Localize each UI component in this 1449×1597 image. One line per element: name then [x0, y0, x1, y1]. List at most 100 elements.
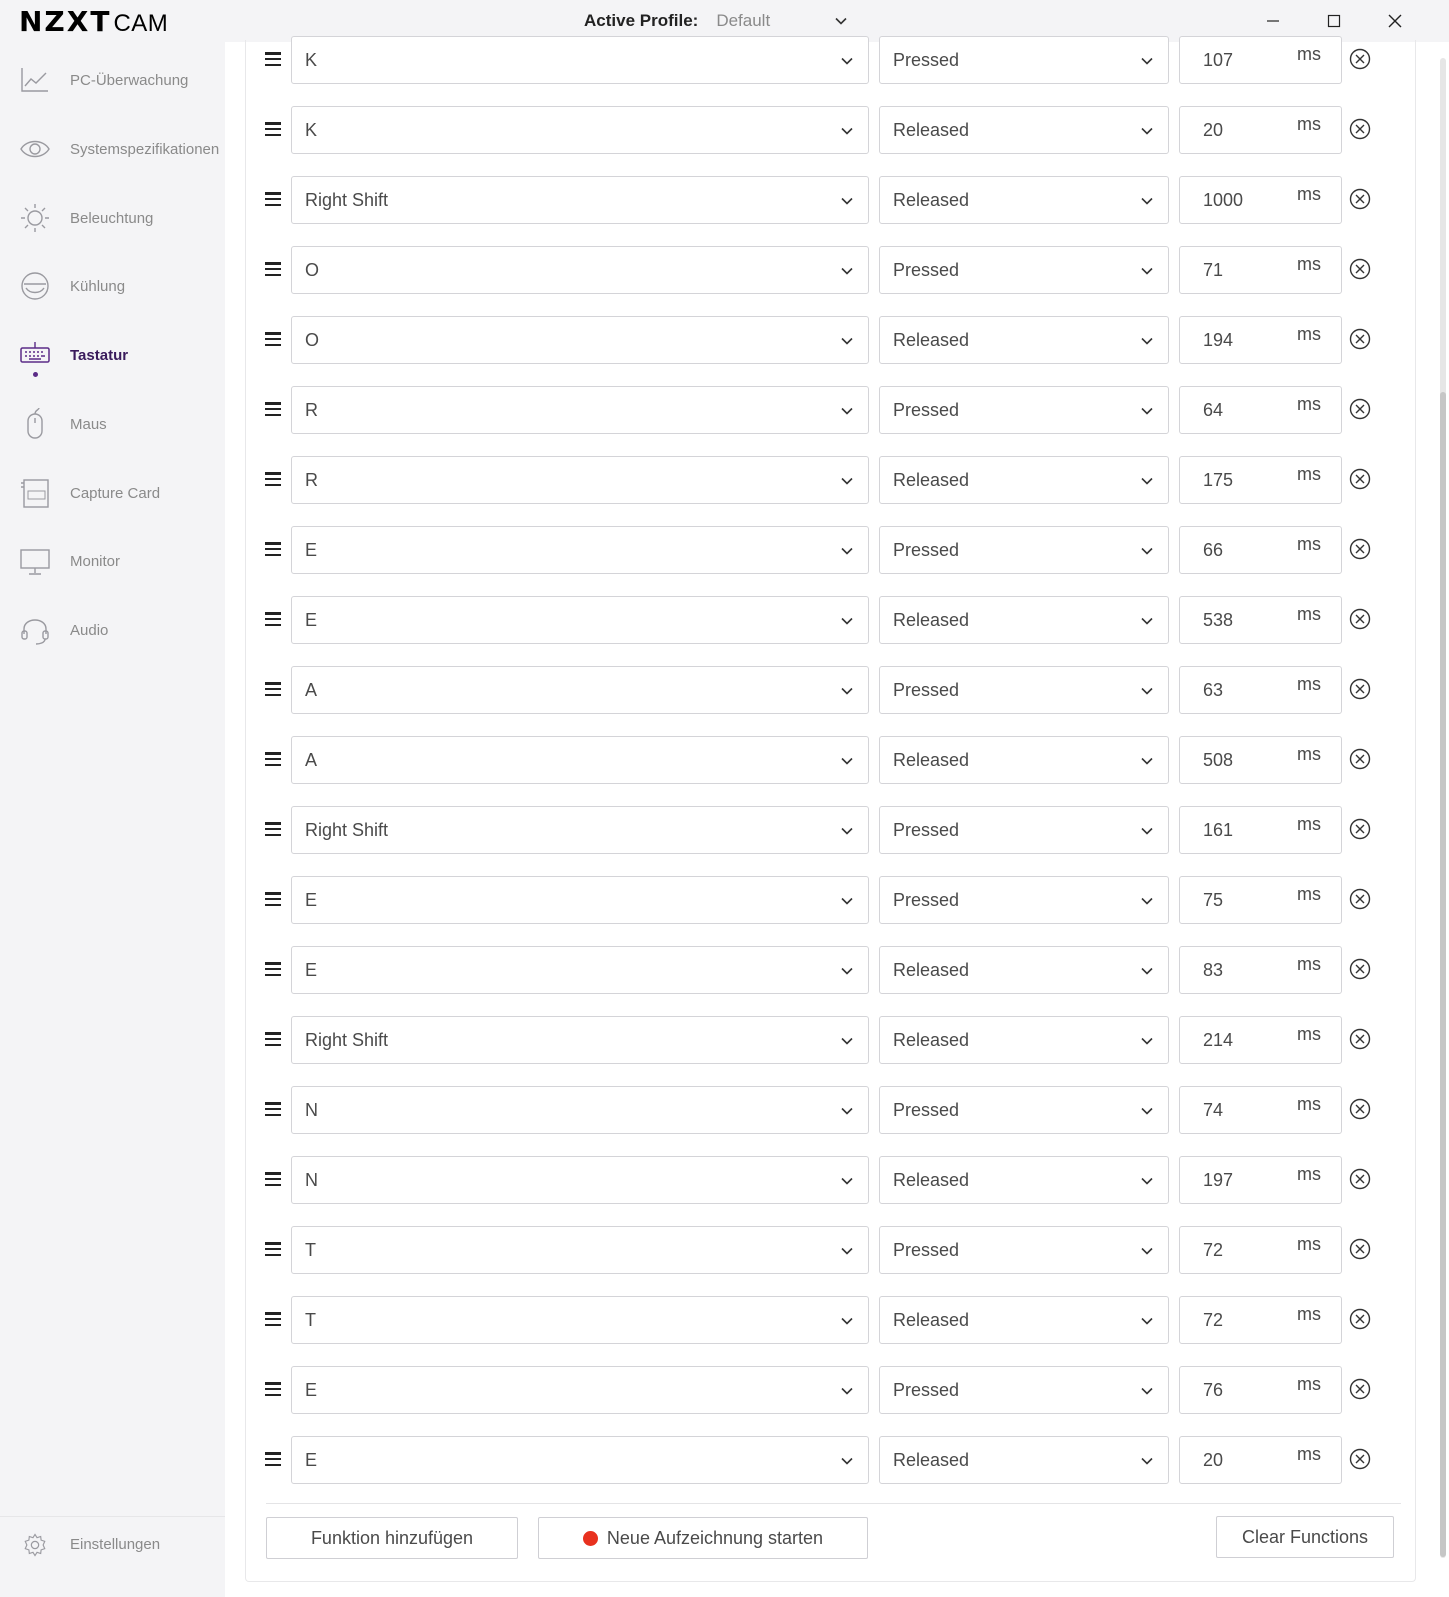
key-state-select[interactable]: Pressed	[879, 806, 1169, 854]
delay-input[interactable]: 161 ms	[1179, 806, 1342, 854]
delay-input[interactable]: 74 ms	[1179, 1086, 1342, 1134]
key-state-select[interactable]: Pressed	[879, 386, 1169, 434]
maximize-button[interactable]	[1323, 10, 1345, 32]
key-select[interactable]: K	[291, 106, 869, 154]
key-select[interactable]: N	[291, 1156, 869, 1204]
delay-value[interactable]: 75	[1203, 890, 1223, 911]
delay-input[interactable]: 64 ms	[1179, 386, 1342, 434]
active-profile-selector[interactable]: Active Profile: Default	[584, 10, 848, 32]
remove-step-icon[interactable]	[1349, 1028, 1371, 1050]
drag-handle-icon[interactable]	[265, 962, 281, 977]
key-state-select[interactable]: Released	[879, 176, 1169, 224]
drag-handle-icon[interactable]	[265, 122, 281, 137]
remove-step-icon[interactable]	[1349, 328, 1371, 350]
key-select[interactable]: T	[291, 1226, 869, 1274]
sidebar-item-systemspezifikationen[interactable]: Systemspezifikationen	[0, 121, 225, 177]
delay-value[interactable]: 194	[1203, 330, 1233, 351]
delay-input[interactable]: 1000 ms	[1179, 176, 1342, 224]
drag-handle-icon[interactable]	[265, 752, 281, 767]
drag-handle-icon[interactable]	[265, 822, 281, 837]
key-select[interactable]: E	[291, 946, 869, 994]
key-state-select[interactable]: Pressed	[879, 1366, 1169, 1414]
delay-input[interactable]: 63 ms	[1179, 666, 1342, 714]
drag-handle-icon[interactable]	[265, 402, 281, 417]
key-state-select[interactable]: Released	[879, 456, 1169, 504]
drag-handle-icon[interactable]	[265, 1242, 281, 1257]
key-select[interactable]: E	[291, 596, 869, 644]
delay-value[interactable]: 74	[1203, 1100, 1223, 1121]
add-function-button[interactable]: Funktion hinzufügen	[266, 1517, 518, 1559]
remove-step-icon[interactable]	[1349, 258, 1371, 280]
sidebar-item-pc-ueberwachung[interactable]: PC-Überwachung	[0, 52, 225, 108]
drag-handle-icon[interactable]	[265, 1382, 281, 1397]
chevron-down-icon[interactable]	[834, 14, 848, 28]
key-state-select[interactable]: Pressed	[879, 526, 1169, 574]
key-select[interactable]: O	[291, 246, 869, 294]
scrollbar-thumb[interactable]	[1440, 392, 1446, 1557]
key-state-select[interactable]: Released	[879, 596, 1169, 644]
remove-step-icon[interactable]	[1349, 1098, 1371, 1120]
key-select[interactable]: E	[291, 1366, 869, 1414]
start-recording-button[interactable]: Neue Aufzeichnung starten	[538, 1517, 868, 1559]
drag-handle-icon[interactable]	[265, 542, 281, 557]
key-select[interactable]: O	[291, 316, 869, 364]
remove-step-icon[interactable]	[1349, 118, 1371, 140]
drag-handle-icon[interactable]	[265, 1312, 281, 1327]
delay-value[interactable]: 20	[1203, 1450, 1223, 1471]
drag-handle-icon[interactable]	[265, 262, 281, 277]
delay-value[interactable]: 1000	[1203, 190, 1243, 211]
drag-handle-icon[interactable]	[265, 1172, 281, 1187]
remove-step-icon[interactable]	[1349, 1238, 1371, 1260]
remove-step-icon[interactable]	[1349, 678, 1371, 700]
delay-input[interactable]: 175 ms	[1179, 456, 1342, 504]
key-state-select[interactable]: Pressed	[879, 1226, 1169, 1274]
minimize-button[interactable]	[1262, 10, 1284, 32]
key-state-select[interactable]: Pressed	[879, 36, 1169, 84]
key-select[interactable]: T	[291, 1296, 869, 1344]
key-select[interactable]: A	[291, 736, 869, 784]
delay-input[interactable]: 76 ms	[1179, 1366, 1342, 1414]
remove-step-icon[interactable]	[1349, 748, 1371, 770]
sidebar-item-kuehlung[interactable]: Kühlung	[0, 258, 225, 314]
key-select[interactable]: E	[291, 526, 869, 574]
delay-input[interactable]: 72 ms	[1179, 1296, 1342, 1344]
key-select[interactable]: E	[291, 876, 869, 924]
delay-value[interactable]: 72	[1203, 1310, 1223, 1331]
delay-input[interactable]: 75 ms	[1179, 876, 1342, 924]
delay-value[interactable]: 64	[1203, 400, 1223, 421]
key-state-select[interactable]: Released	[879, 106, 1169, 154]
key-select[interactable]: A	[291, 666, 869, 714]
delay-value[interactable]: 508	[1203, 750, 1233, 771]
sidebar-item-beleuchtung[interactable]: Beleuchtung	[0, 190, 225, 246]
key-select[interactable]: N	[291, 1086, 869, 1134]
drag-handle-icon[interactable]	[265, 1452, 281, 1467]
remove-step-icon[interactable]	[1349, 538, 1371, 560]
remove-step-icon[interactable]	[1349, 468, 1371, 490]
key-state-select[interactable]: Released	[879, 1156, 1169, 1204]
sidebar-item-maus[interactable]: Maus	[0, 396, 225, 452]
remove-step-icon[interactable]	[1349, 1448, 1371, 1470]
delay-input[interactable]: 538 ms	[1179, 596, 1342, 644]
drag-handle-icon[interactable]	[265, 1032, 281, 1047]
delay-value[interactable]: 20	[1203, 120, 1223, 141]
key-state-select[interactable]: Released	[879, 1436, 1169, 1484]
delay-value[interactable]: 214	[1203, 1030, 1233, 1051]
key-state-select[interactable]: Released	[879, 946, 1169, 994]
delay-value[interactable]: 107	[1203, 50, 1233, 71]
key-select[interactable]: R	[291, 386, 869, 434]
delay-input[interactable]: 197 ms	[1179, 1156, 1342, 1204]
remove-step-icon[interactable]	[1349, 818, 1371, 840]
key-state-select[interactable]: Released	[879, 316, 1169, 364]
drag-handle-icon[interactable]	[265, 1102, 281, 1117]
key-select[interactable]: K	[291, 36, 869, 84]
drag-handle-icon[interactable]	[265, 612, 281, 627]
delay-input[interactable]: 214 ms	[1179, 1016, 1342, 1064]
delay-value[interactable]: 66	[1203, 540, 1223, 561]
delay-value[interactable]: 197	[1203, 1170, 1233, 1191]
delay-value[interactable]: 72	[1203, 1240, 1223, 1261]
delay-input[interactable]: 20 ms	[1179, 106, 1342, 154]
sidebar-item-capture-card[interactable]: Capture Card	[0, 465, 225, 521]
delay-input[interactable]: 194 ms	[1179, 316, 1342, 364]
delay-input[interactable]: 83 ms	[1179, 946, 1342, 994]
remove-step-icon[interactable]	[1349, 608, 1371, 630]
